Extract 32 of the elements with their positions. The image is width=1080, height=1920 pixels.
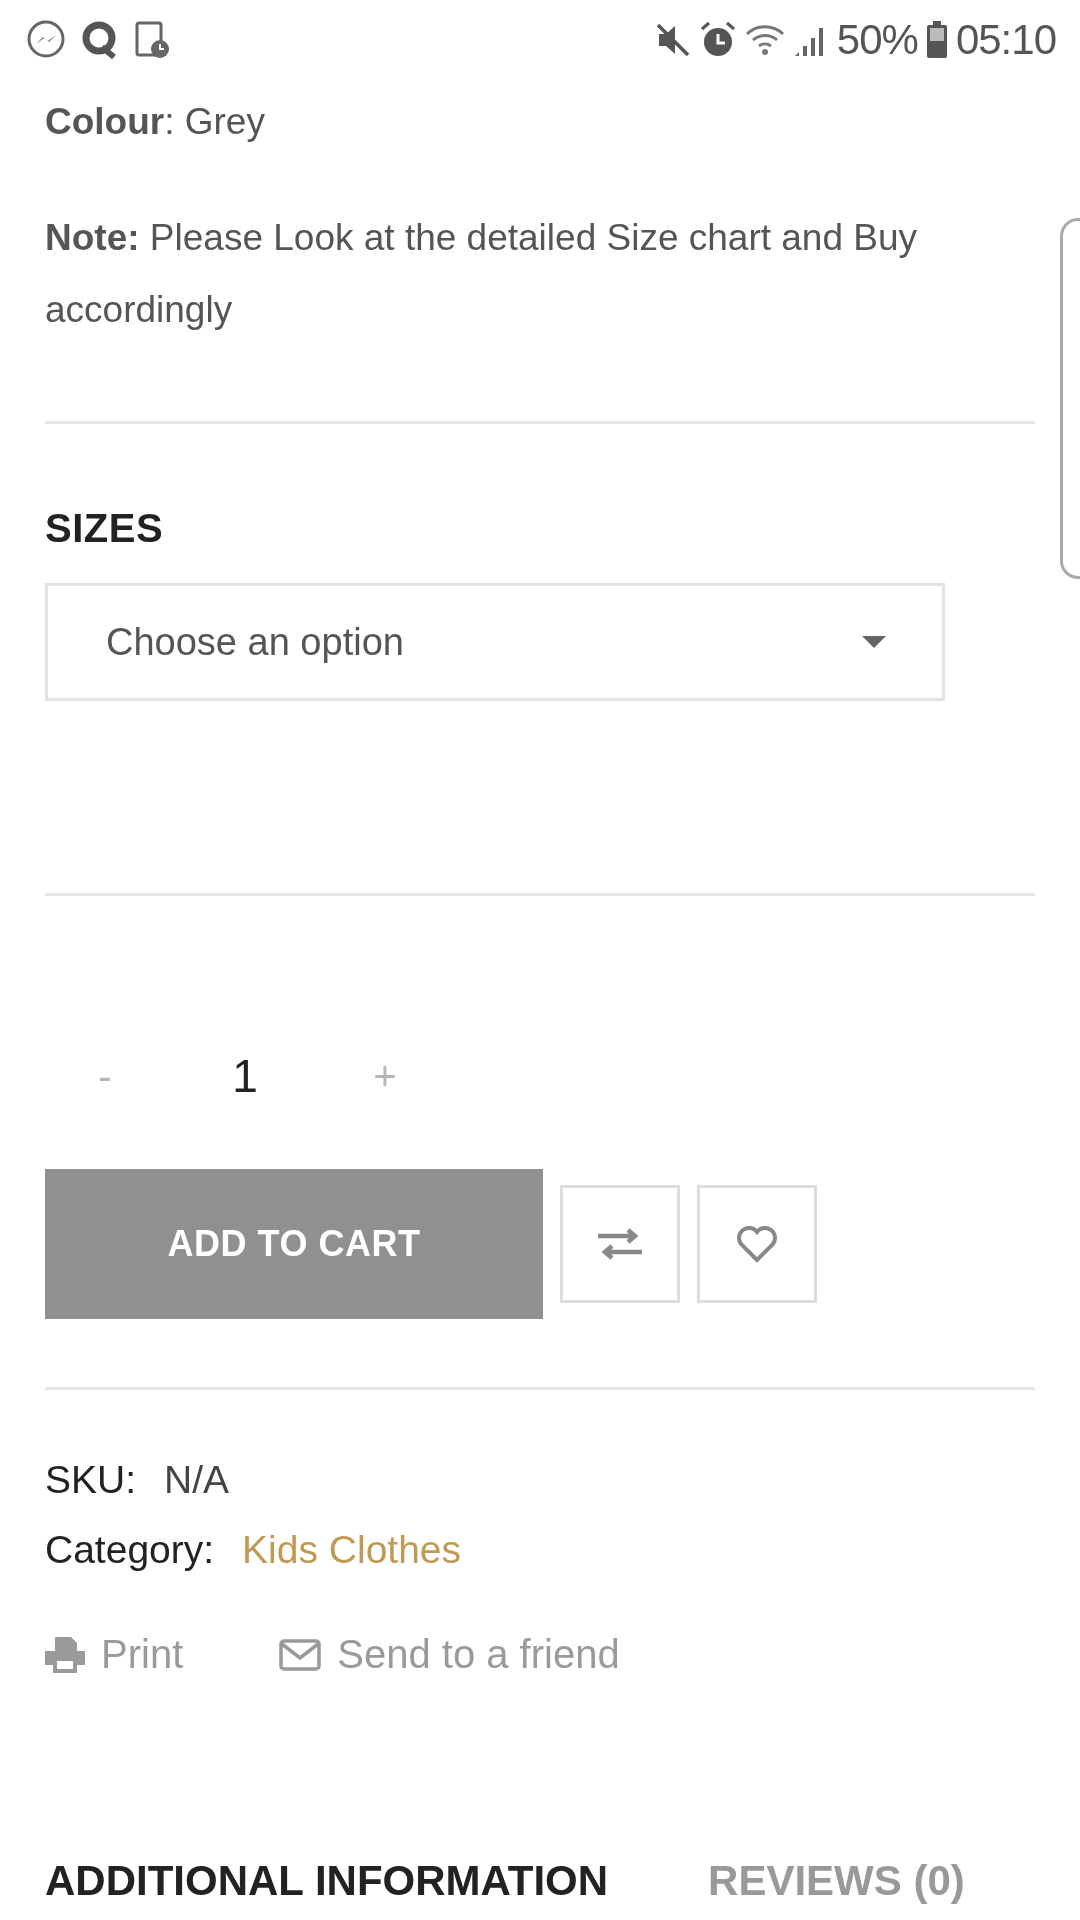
messenger-icon [26, 20, 66, 60]
size-select[interactable]: Choose an option [45, 583, 945, 701]
envelope-icon [279, 1638, 322, 1671]
wishlist-button[interactable] [697, 1185, 817, 1303]
increase-button[interactable]: + [325, 1053, 445, 1099]
tablet-clock-icon [134, 21, 170, 59]
swap-arrows-icon [598, 1228, 642, 1260]
battery-level: 50% [836, 16, 918, 64]
mute-icon [654, 22, 691, 58]
dropdown-caret-icon [862, 636, 886, 648]
sku-value: N/A [164, 1458, 230, 1502]
decrease-button[interactable]: - [45, 1053, 165, 1099]
sizes-heading: SIZES [45, 506, 165, 551]
wifi-icon [744, 22, 785, 58]
category-link[interactable]: Kids Clothes [242, 1528, 462, 1572]
compare-button[interactable] [560, 1185, 680, 1303]
alarm-icon [698, 21, 737, 59]
category-label: Category: [45, 1528, 215, 1572]
battery-icon [925, 21, 948, 59]
print-link[interactable]: Print [45, 1632, 184, 1677]
colour-text: Colour: Grey [45, 100, 266, 144]
tab[interactable]: ADDITIONAL INFORMATION [45, 1857, 609, 1905]
note-text: Note: Please Look at the detailed Size chart and Buy accordingly [45, 216, 919, 332]
heart-icon [735, 1224, 779, 1264]
quantity-value[interactable]: 1 [165, 1049, 325, 1103]
printer-icon [45, 1636, 85, 1673]
sku-label: SKU: [45, 1458, 137, 1502]
clock-time: 05:10 [955, 16, 1056, 64]
add-to-cart-button[interactable]: ADD TO CART [45, 1169, 543, 1319]
send-to-friend-link[interactable]: Send to a friend [279, 1632, 620, 1677]
tab[interactable]: REVIEWS (0) [708, 1857, 965, 1905]
q-logo-icon [82, 21, 118, 59]
